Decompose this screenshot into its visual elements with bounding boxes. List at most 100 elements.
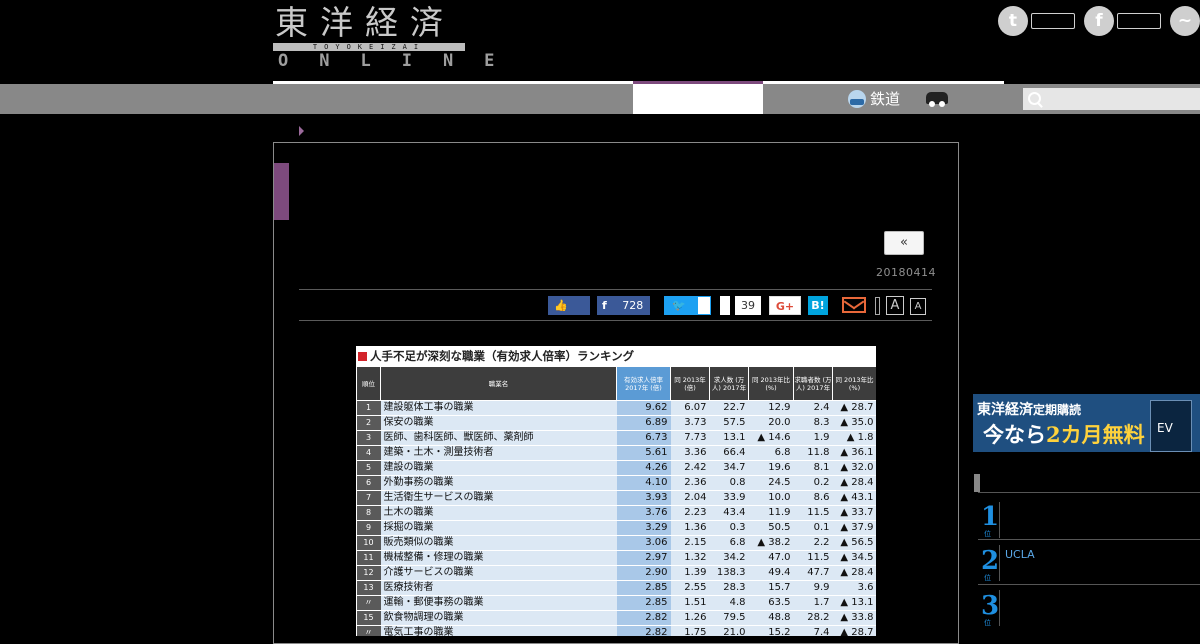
value-cell: 6.8	[709, 535, 749, 551]
car-icon[interactable]	[926, 92, 948, 107]
value-cell: ▲ 33.8	[832, 610, 876, 626]
table-row: 5 建設の職業 4.26 2.42 34.7 19.6 8.1 ▲ 32.0	[356, 460, 876, 476]
value-cell: 2.42	[670, 460, 710, 476]
twitter-icon[interactable]: t	[998, 6, 1028, 36]
font-large-button[interactable]: A	[886, 296, 904, 315]
ranking-number: 3	[981, 591, 1000, 621]
value-cell: 2.4	[793, 400, 833, 416]
value-cell: 63.5	[748, 595, 794, 611]
table-row: 12 介護サービスの職業 2.90 1.39 138.3 49.4 47.7 ▲ 28.4	[356, 565, 876, 581]
ranking-figure: 人手不足が深刻な職業（有効求人倍率）ランキング 順位 職業名 有効求人倍率 20…	[356, 346, 876, 636]
search-icon[interactable]	[1028, 92, 1041, 105]
banner-offer-prefix: 今なら	[983, 422, 1046, 447]
figure-title: 人手不足が深刻な職業（有効求人倍率）ランキング	[356, 346, 876, 366]
value-cell: 3.29	[616, 520, 671, 536]
value-cell: 6.07	[670, 400, 710, 416]
value-cell: 1.7	[793, 595, 833, 611]
value-cell: ▲ 28.4	[832, 565, 876, 581]
value-cell: 20.0	[748, 415, 794, 431]
ranking-separator	[999, 502, 1000, 538]
rank-cell: 6	[356, 475, 381, 491]
ranking-separator	[999, 590, 1000, 626]
value-cell: ▲ 1.8	[832, 430, 876, 446]
table-header: 有効求人倍率 2017年 (倍)	[616, 366, 671, 401]
value-cell: 3.36	[670, 445, 710, 461]
value-cell: 5.61	[616, 445, 671, 461]
value-cell: ▲ 43.1	[832, 490, 876, 506]
facebook-icon: f	[602, 299, 607, 312]
rank-cell: 〃	[356, 625, 381, 636]
banner-offer: 今なら2カ月無料	[983, 419, 1145, 449]
subscription-banner[interactable]: 東洋経済定期購読 今なら2カ月無料	[973, 394, 1200, 452]
value-cell: 3.93	[616, 490, 671, 506]
value-cell: 0.3	[709, 520, 749, 536]
occupation-cell: 採掘の職業	[380, 520, 617, 536]
train-icon	[848, 89, 866, 108]
value-cell: 8.6	[793, 490, 833, 506]
twitter-count	[1031, 13, 1075, 29]
table-row: 6 外勤事務の職業 4.10 2.36 0.8 24.5 0.2 ▲ 28.4	[356, 475, 876, 491]
value-cell: 4.26	[616, 460, 671, 476]
nav-item-rail[interactable]: 鉄道	[848, 88, 900, 109]
value-cell: 7.4	[793, 625, 833, 636]
rank-cell: 13	[356, 580, 381, 596]
logo-japanese[interactable]: 東洋経済	[275, 4, 455, 42]
banner-offer-highlight: 2カ月無料	[1046, 422, 1145, 447]
value-cell: 2.55	[670, 580, 710, 596]
occupation-cell: 建設躯体工事の職業	[380, 400, 617, 416]
facebook-like-button[interactable]: 👍	[548, 296, 590, 315]
occupation-cell: 建築・土木・測量技術者	[380, 445, 617, 461]
facebook-share-button[interactable]: f 728	[597, 296, 650, 315]
value-cell: ▲ 28.7	[832, 400, 876, 416]
hatena-bookmark-button[interactable]: B!	[808, 296, 828, 315]
prev-page-button[interactable]: «	[884, 231, 924, 255]
table-header: 同 2013年比 (%)	[748, 366, 794, 401]
ranking-suffix: 位	[984, 530, 991, 538]
google-plus-button[interactable]: G+	[769, 296, 801, 315]
ranking-item-2[interactable]: UCLA	[1005, 548, 1035, 561]
nav-tab-active[interactable]	[633, 84, 763, 114]
occupation-cell: 電気工事の職業	[380, 625, 617, 636]
tweet-button[interactable]: 🐦	[664, 296, 697, 315]
value-cell: ▲ 35.0	[832, 415, 876, 431]
value-cell: 2.23	[670, 505, 710, 521]
messenger-icon[interactable]: ~	[1170, 6, 1200, 36]
rank-cell: 〃	[356, 595, 381, 611]
rank-cell: 12	[356, 565, 381, 581]
value-cell: 9.62	[616, 400, 671, 416]
ranking-number: 1	[981, 502, 1000, 532]
rank-cell: 9	[356, 520, 381, 536]
value-cell: 3.6	[832, 580, 876, 596]
rank-cell: 3	[356, 430, 381, 446]
value-cell: 19.6	[748, 460, 794, 476]
print-icon[interactable]	[875, 297, 880, 315]
value-cell: ▲ 14.6	[748, 430, 794, 446]
value-cell: 47.0	[748, 550, 794, 566]
occupation-cell: 販売類似の職業	[380, 535, 617, 551]
font-small-button[interactable]: A	[910, 298, 926, 315]
value-cell: ▲ 37.9	[832, 520, 876, 536]
rank-cell: 1	[356, 400, 381, 416]
value-cell: 33.9	[709, 490, 749, 506]
table-row: 8 土木の職業 3.76 2.23 43.4 11.9 11.5 ▲ 33.7	[356, 505, 876, 521]
value-cell: 21.0	[709, 625, 749, 636]
rank-cell: 11	[356, 550, 381, 566]
value-cell: 1.36	[670, 520, 710, 536]
value-cell: ▲ 28.4	[832, 475, 876, 491]
logo-online: ONLINE	[278, 51, 526, 71]
tweet-count	[697, 296, 711, 315]
value-cell: 4.8	[709, 595, 749, 611]
facebook-icon[interactable]: f	[1084, 6, 1114, 36]
banner-headline: 東洋経済定期購読	[977, 399, 1081, 419]
occupation-cell: 保安の職業	[380, 415, 617, 431]
value-cell: 22.7	[709, 400, 749, 416]
value-cell: ▲ 32.0	[832, 460, 876, 476]
value-cell: 1.32	[670, 550, 710, 566]
value-cell: 50.5	[748, 520, 794, 536]
value-cell: 2.36	[670, 475, 710, 491]
table-row: 〃運輸・郵便事務の職業 2.85 1.51 4.8 63.5 1.7 ▲ 13.1	[356, 595, 876, 611]
search-input[interactable]	[1023, 88, 1200, 110]
value-cell: 2.82	[616, 610, 671, 626]
mail-icon[interactable]	[842, 297, 866, 313]
value-cell: 47.7	[793, 565, 833, 581]
